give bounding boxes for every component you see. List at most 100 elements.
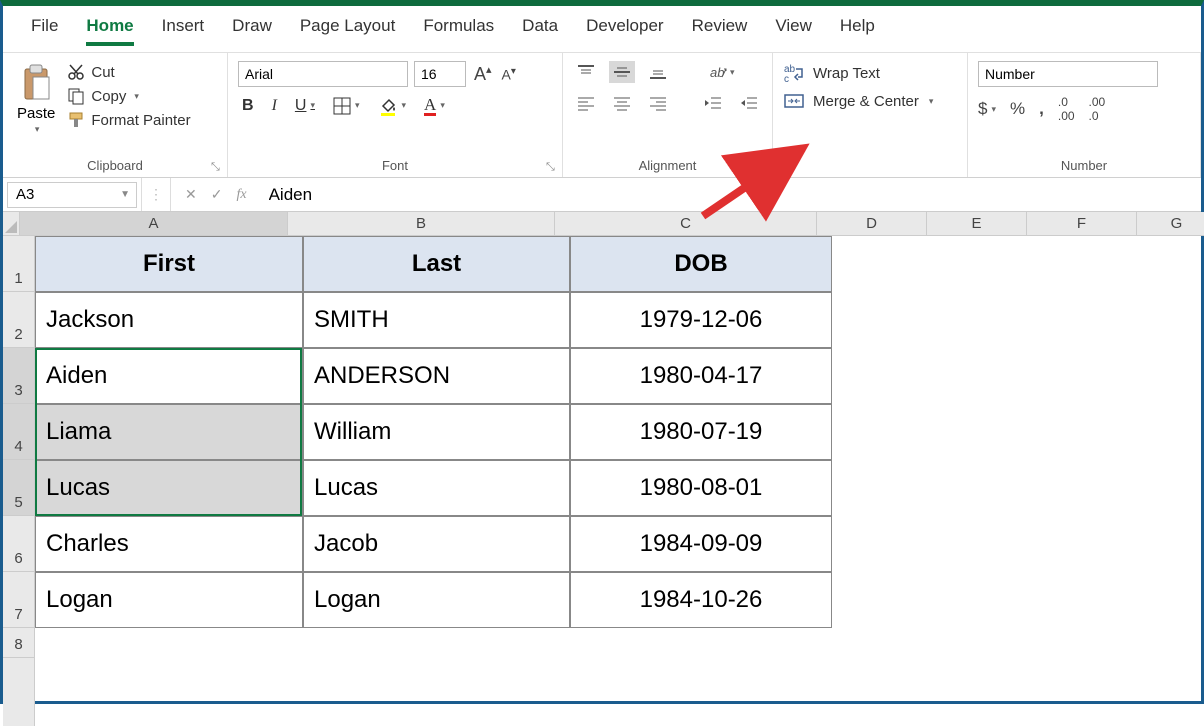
column-header[interactable]: D (817, 212, 927, 235)
cell[interactable]: Lucas (303, 460, 570, 516)
decrease-indent-button[interactable] (700, 93, 726, 113)
wrap-text-button[interactable]: abc Wrap Text (783, 59, 957, 87)
bold-button[interactable]: B (238, 95, 258, 117)
align-right-button[interactable] (645, 93, 671, 113)
italic-button[interactable]: I (268, 95, 281, 117)
tab-view[interactable]: View (775, 16, 812, 46)
decrease-font-icon[interactable]: A▾ (500, 66, 518, 83)
column-header[interactable]: G (1137, 212, 1204, 235)
column-header[interactable]: B (288, 212, 555, 235)
cell[interactable]: Lucas (35, 460, 303, 516)
cell[interactable]: William (303, 404, 570, 460)
cell[interactable]: Aiden (35, 348, 303, 404)
underline-button[interactable]: U▾ (291, 95, 319, 117)
tab-insert[interactable]: Insert (162, 16, 205, 46)
cell[interactable]: DOB (570, 236, 832, 292)
fill-color-button[interactable]: ▾ (374, 94, 411, 118)
align-middle-button[interactable] (609, 61, 635, 83)
increase-font-icon[interactable]: A▴ (472, 63, 494, 85)
tab-review[interactable]: Review (692, 16, 748, 46)
align-left-button[interactable] (573, 93, 599, 113)
cell[interactable]: Charles (35, 516, 303, 572)
grid[interactable]: FirstLastDOB JacksonSMITH1979-12-06 AidenA… (35, 236, 1201, 726)
tab-home[interactable]: Home (86, 16, 133, 46)
column-header[interactable]: A (20, 212, 288, 235)
number-format-select[interactable] (978, 61, 1158, 87)
borders-icon (333, 97, 351, 115)
formula-input[interactable] (261, 182, 1201, 208)
cell[interactable]: 1979-12-06 (570, 292, 832, 348)
group-label-font: Font (238, 156, 552, 175)
cell[interactable]: Liama (35, 404, 303, 460)
tab-help[interactable]: Help (840, 16, 875, 46)
tab-draw[interactable]: Draw (232, 16, 272, 46)
tab-file[interactable]: File (31, 16, 58, 46)
tab-developer[interactable]: Developer (586, 16, 664, 46)
paste-button[interactable]: Paste ▾ (13, 59, 59, 139)
font-color-button[interactable]: A▾ (420, 93, 449, 118)
orientation-button[interactable]: ab▾ (705, 61, 738, 83)
tab-page-layout[interactable]: Page Layout (300, 16, 395, 46)
cell[interactable]: Jacob (303, 516, 570, 572)
column-header[interactable]: E (927, 212, 1027, 235)
row-header[interactable]: 5 (3, 460, 34, 516)
row-header[interactable]: 8 (3, 628, 34, 658)
enter-icon[interactable]: ✓ (211, 186, 223, 203)
comma-format-button[interactable]: , (1039, 99, 1044, 119)
row-header[interactable]: 3 (3, 348, 34, 404)
increase-decimal-button[interactable]: .0.00 (1058, 95, 1075, 123)
cell[interactable]: 1980-08-01 (570, 460, 832, 516)
percent-format-button[interactable]: % (1010, 99, 1025, 119)
group-alignment: ab▾ Alignment ⤡ (563, 53, 773, 177)
paste-label: Paste (17, 105, 55, 122)
column-header[interactable]: F (1027, 212, 1137, 235)
name-box-value: A3 (16, 186, 34, 203)
expand-icon[interactable]: ⋮ (141, 178, 171, 211)
tab-data[interactable]: Data (522, 16, 558, 46)
accounting-format-button[interactable]: $▾ (978, 99, 996, 119)
fx-icon[interactable]: fx (236, 187, 246, 203)
cell[interactable]: ANDERSON (303, 348, 570, 404)
cell[interactable]: Last (303, 236, 570, 292)
increase-indent-button[interactable] (736, 93, 762, 113)
cell[interactable]: 1980-07-19 (570, 404, 832, 460)
merge-center-button[interactable]: Merge & Center ▾ (783, 87, 957, 115)
row-headers: 12345678 (3, 236, 35, 726)
font-size-select[interactable] (414, 61, 466, 87)
row-header[interactable]: 2 (3, 292, 34, 348)
cut-button[interactable]: Cut (67, 63, 190, 81)
font-name-select[interactable] (238, 61, 408, 87)
cell[interactable]: Logan (303, 572, 570, 628)
cell[interactable]: Logan (35, 572, 303, 628)
dialog-launcher-icon[interactable]: ⤡ (756, 161, 770, 175)
align-bottom-button[interactable] (645, 61, 671, 83)
copy-button[interactable]: Copy ▾ (67, 87, 190, 105)
group-label-clipboard: Clipboard (13, 156, 217, 175)
format-painter-button[interactable]: Format Painter (67, 111, 190, 129)
dialog-launcher-icon[interactable]: ⤡ (546, 161, 560, 175)
clipboard-icon (19, 63, 53, 103)
name-box[interactable]: A3 ▼ (7, 182, 137, 208)
row-header[interactable]: 1 (3, 236, 34, 292)
column-header[interactable]: C (555, 212, 817, 235)
cell[interactable]: First (35, 236, 303, 292)
cell[interactable]: Jackson (35, 292, 303, 348)
border-button[interactable]: ▾ (329, 95, 364, 117)
cancel-icon[interactable]: ✕ (185, 186, 197, 203)
row-header[interactable]: 7 (3, 572, 34, 628)
dialog-launcher-icon[interactable]: ⤡ (211, 161, 225, 175)
ribbon-tabs: File Home Insert Draw Page Layout Formul… (3, 6, 1201, 53)
cell[interactable]: SMITH (303, 292, 570, 348)
row-header[interactable]: 6 (3, 516, 34, 572)
align-top-button[interactable] (573, 61, 599, 83)
paintbrush-icon (67, 111, 85, 129)
select-all-corner[interactable] (3, 212, 20, 236)
tab-formulas[interactable]: Formulas (423, 16, 494, 46)
decrease-decimal-button[interactable]: .00.0 (1089, 95, 1106, 123)
align-center-button[interactable] (609, 93, 635, 113)
cell[interactable]: 1984-10-26 (570, 572, 832, 628)
cell[interactable]: 1984-09-09 (570, 516, 832, 572)
group-font: A▴ A▾ B I U▾ ▾ ▾ A▾ Font ⤡ (228, 53, 563, 177)
cell[interactable]: 1980-04-17 (570, 348, 832, 404)
row-header[interactable]: 4 (3, 404, 34, 460)
